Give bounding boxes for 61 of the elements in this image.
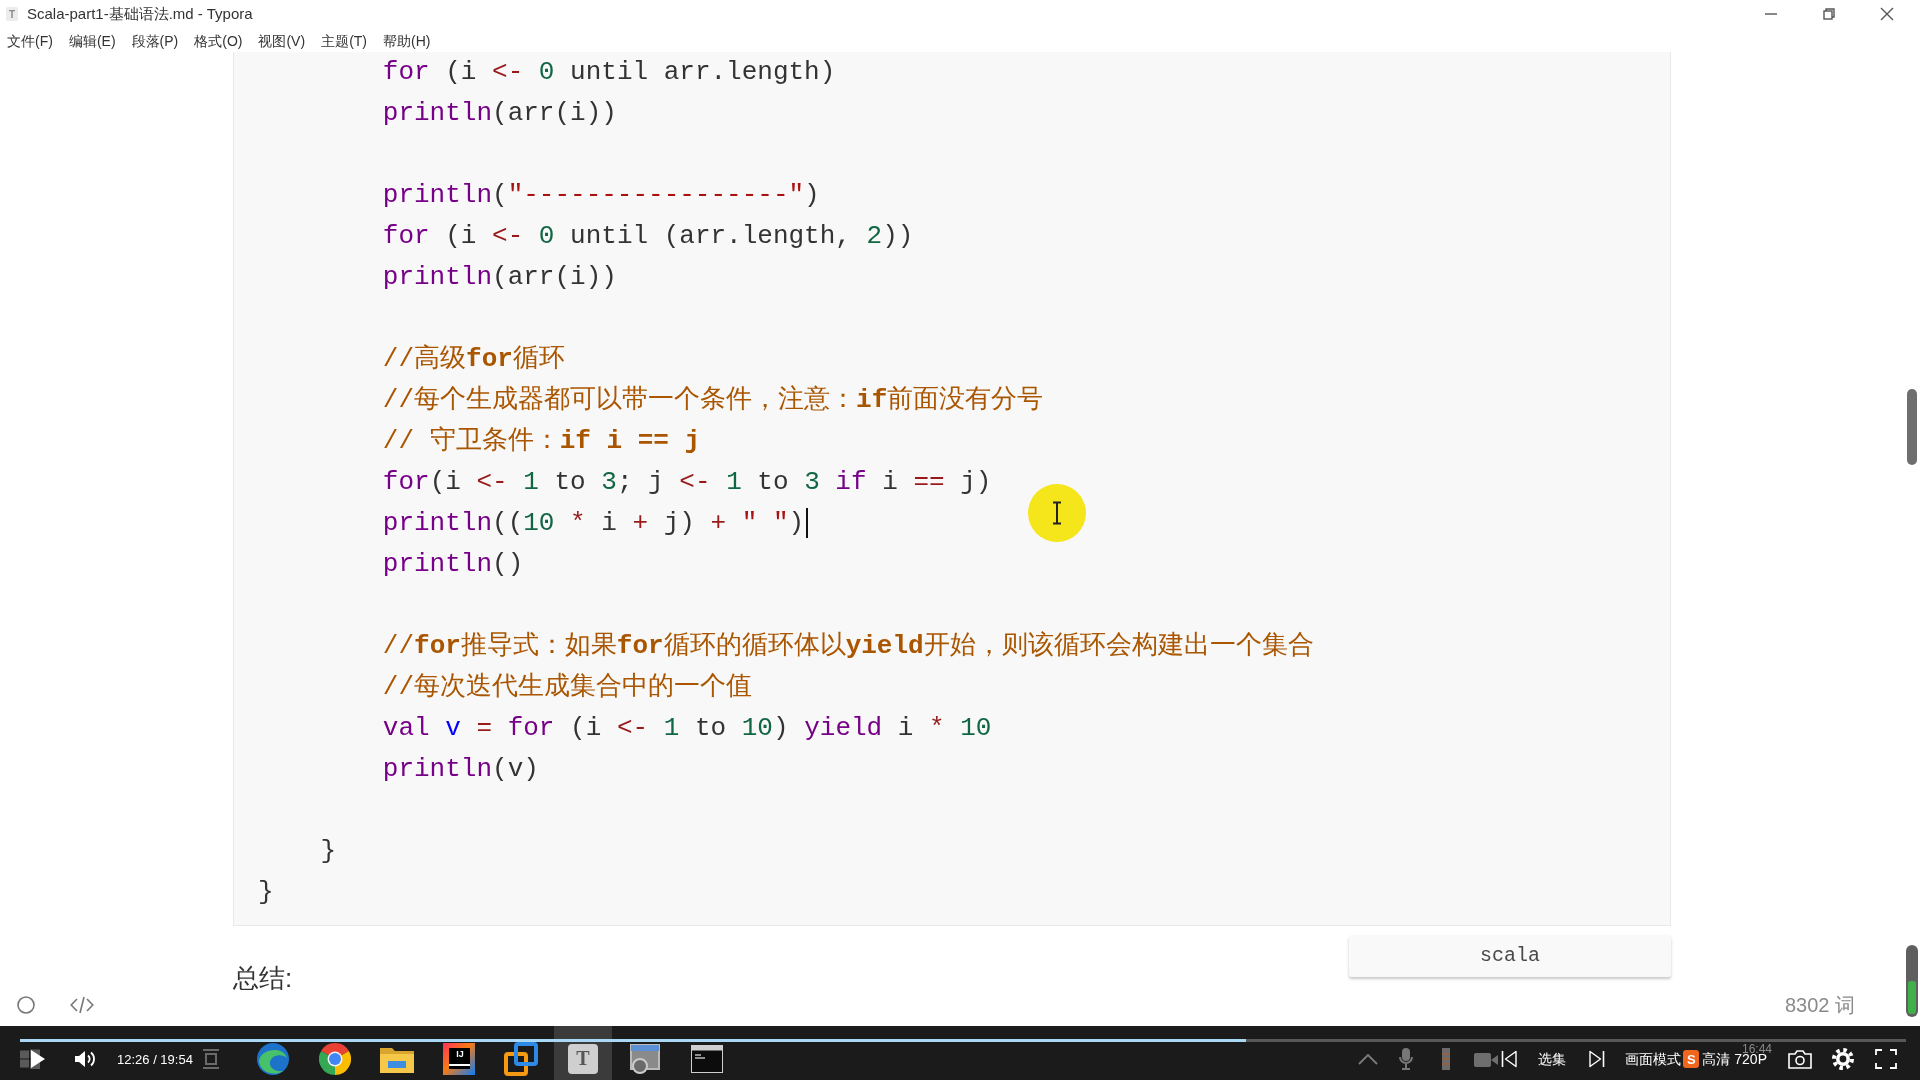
code-line: println(v) (382, 754, 539, 785)
chevron-up-icon[interactable] (1358, 1053, 1379, 1065)
scrollbar-thumb[interactable] (1907, 389, 1917, 465)
volume-icon[interactable] (74, 1049, 96, 1069)
code-line: // 守卫条件：if i == j (382, 426, 701, 457)
menu-item[interactable]: 段落(P) (131, 32, 179, 50)
code-line: } (258, 877, 274, 908)
code-line: //高级for循环 (382, 344, 565, 375)
code-line: println(arr(i)) (382, 98, 617, 129)
menu-item[interactable]: 主题(T) (321, 32, 367, 50)
fullscreen-icon[interactable] (1875, 1049, 1897, 1069)
menu-item[interactable]: 格式(O) (194, 32, 243, 50)
taskbar-button[interactable]: IJ (430, 1026, 488, 1080)
camera-icon[interactable] (1788, 1049, 1812, 1069)
skip-back-icon[interactable] (1501, 1050, 1518, 1068)
code-line: val v = for (i <- 1 to 10) yield i * 10 (382, 713, 992, 744)
playback-time: 12:26 / 19:54 (117, 1051, 194, 1067)
taskbar-button[interactable]: T (554, 1026, 612, 1080)
progress-track[interactable] (20, 1039, 1906, 1042)
play-icon[interactable] (31, 1050, 45, 1068)
picture-mode-button[interactable]: 画面模式 (1625, 1050, 1682, 1068)
language-field[interactable]: scala (1349, 935, 1671, 977)
code-line: println((10 * i + j) + " ") (382, 508, 805, 539)
app-logo: IJ (443, 1042, 475, 1075)
episodes-button[interactable]: 选集 (1538, 1050, 1567, 1068)
device-icon[interactable] (1441, 1048, 1452, 1070)
app-logo: T (6, 7, 18, 21)
menu-item[interactable]: 编辑(E) (68, 32, 116, 50)
segmented-circle-icon (319, 1042, 351, 1075)
task-view-icon[interactable] (202, 1049, 220, 1069)
settings-icon[interactable] (1832, 1048, 1854, 1070)
cursor-highlight-icon (1028, 484, 1086, 542)
code-line: println("-----------------") (382, 180, 820, 211)
menu-item[interactable]: 文件(F) (7, 32, 53, 50)
swirl-icon (257, 1042, 289, 1075)
vertical-meter-icon (1906, 945, 1918, 1017)
code-line: for (i <- 0 until (arr.length, 2)) (382, 221, 914, 252)
skip-forward-icon[interactable] (1589, 1050, 1606, 1068)
video-camera-icon[interactable] (1474, 1051, 1499, 1067)
window-title: Scala-part1-基础语法.md - Typora (27, 4, 253, 24)
code-line: for (i <- 0 until arr.length) (382, 57, 836, 88)
code-line: for(i <- 1 to 3; j <- 1 to 3 if i == j) (382, 467, 992, 498)
code-line: println(arr(i)) (382, 262, 617, 293)
code-line: } (320, 836, 336, 867)
terminal-icon (691, 1044, 723, 1073)
window-icon (630, 1043, 660, 1074)
code-line: //每次迭代生成集合中的一个值 (382, 672, 753, 703)
overlapping-squares-icon (504, 1041, 538, 1076)
clock-time: 16:44 (1742, 1043, 1773, 1056)
app-logo: S (1683, 1050, 1700, 1068)
code-icon[interactable] (70, 996, 94, 1014)
code-line: //for推导式：如果for循环的循环体以yield开始，则该循环会构建出一个集合 (382, 631, 1314, 662)
menu-item[interactable]: 视图(V) (258, 32, 306, 50)
app-logo: T (568, 1043, 598, 1074)
microphone-icon[interactable] (1399, 1048, 1414, 1070)
code-line: //每个生成器都可以带一个条件，注意：if前面没有分号 (382, 385, 1044, 416)
paragraph-text: 总结: (233, 965, 293, 991)
menu-item[interactable]: 帮助(H) (383, 32, 431, 50)
code-line: println() (382, 549, 524, 580)
word-count: 8302 词 (1784, 992, 1855, 1018)
circle-icon[interactable] (17, 996, 35, 1014)
